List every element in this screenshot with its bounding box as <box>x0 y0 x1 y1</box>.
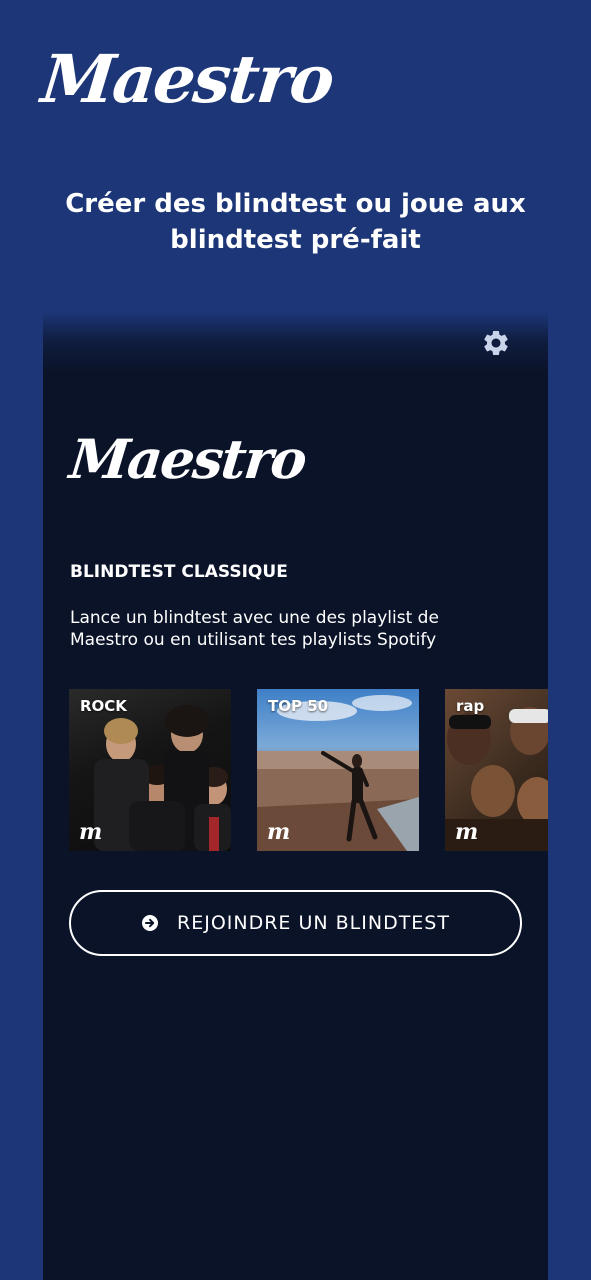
playlist-card-rap[interactable]: rap m <box>445 689 548 851</box>
maestro-mark-icon: m <box>79 819 103 845</box>
join-blindtest-button[interactable]: REJOINDRE UN BLINDTEST <box>69 890 522 956</box>
app-screen: Maestro BLINDTEST CLASSIQUE Lance un bli… <box>43 312 548 1280</box>
arrow-circle-right-icon <box>142 915 159 931</box>
playlist-carousel[interactable]: ROCK m TOP 50 m rap m <box>69 689 548 851</box>
maestro-mark-icon: m <box>267 819 291 845</box>
playlist-label: rap <box>456 697 485 715</box>
gear-icon <box>484 331 508 355</box>
settings-button[interactable] <box>481 328 511 358</box>
section-title: BLINDTEST CLASSIQUE <box>70 562 288 582</box>
join-button-label: REJOINDRE UN BLINDTEST <box>177 912 450 934</box>
playlist-card-top-50[interactable]: TOP 50 m <box>257 689 419 851</box>
app-logo: Maestro <box>66 427 309 491</box>
playlist-label: ROCK <box>80 697 127 715</box>
promo-logo: Maestro <box>37 40 337 118</box>
section-description: Lance un blindtest avec une des playlist… <box>70 608 439 650</box>
playlist-label: TOP 50 <box>268 697 329 715</box>
maestro-mark-icon: m <box>455 819 479 845</box>
promo-heading: Créer des blindtest ou joue aux blindtes… <box>65 189 526 255</box>
playlist-card-rock[interactable]: ROCK m <box>69 689 231 851</box>
